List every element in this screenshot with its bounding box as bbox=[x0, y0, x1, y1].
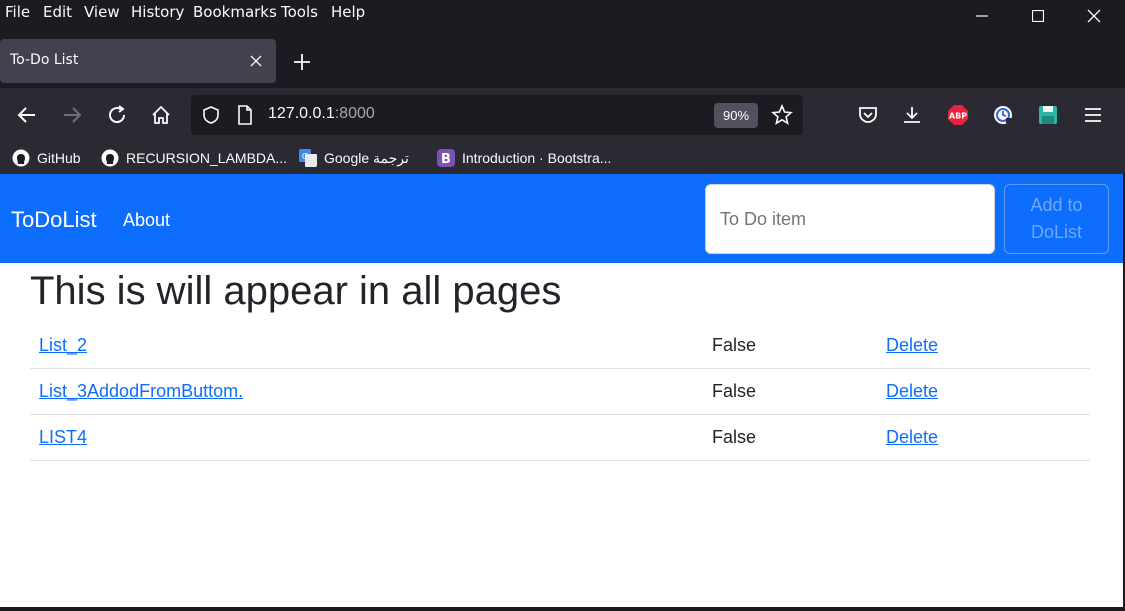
minimize-button[interactable] bbox=[954, 0, 1010, 32]
navigation-toolbar: 127.0.0.1:8000 90% ABP bbox=[0, 88, 1125, 142]
table-row: LIST4 False Delete bbox=[30, 415, 1090, 461]
svg-text:B: B bbox=[441, 152, 451, 167]
window-bottom-border bbox=[0, 607, 1125, 611]
table-row: List_3AddodFromButtom. False Delete bbox=[30, 369, 1090, 415]
menu-bar: File Edit View History Bookmarks Tools H… bbox=[0, 0, 1125, 32]
tab-todo-list[interactable]: To-Do List bbox=[0, 39, 276, 83]
page-icon[interactable] bbox=[236, 105, 254, 125]
forward-arrow-icon bbox=[64, 107, 82, 123]
delete-link[interactable]: Delete bbox=[886, 381, 938, 402]
menu-file[interactable]: File bbox=[5, 3, 30, 21]
todo-status: False bbox=[712, 335, 757, 355]
zoom-level-badge[interactable]: 90% bbox=[714, 103, 758, 128]
url-text[interactable]: 127.0.0.1:8000 bbox=[268, 105, 375, 123]
save-extension-button[interactable] bbox=[1036, 103, 1060, 127]
tab-title: To-Do List bbox=[10, 52, 79, 68]
todo-item-link[interactable]: List_2 bbox=[39, 335, 87, 356]
menu-bookmarks[interactable]: Bookmarks bbox=[193, 3, 277, 21]
url-bar[interactable]: 127.0.0.1:8000 90% bbox=[191, 95, 803, 135]
delete-link[interactable]: Delete bbox=[886, 427, 938, 448]
download-icon bbox=[904, 107, 920, 123]
menu-help[interactable]: Help bbox=[331, 3, 365, 21]
todo-status: False bbox=[712, 427, 757, 447]
tab-strip: To-Do List bbox=[0, 32, 1125, 88]
google-translate-icon: G bbox=[299, 149, 317, 167]
adblock-plus-icon: ABP bbox=[948, 105, 968, 125]
minimize-icon bbox=[976, 15, 988, 17]
todo-item-link[interactable]: LIST4 bbox=[39, 427, 87, 448]
bookmarks-toolbar: GitHub RECURSION_LAMBDA... G Google ترجم… bbox=[0, 142, 1125, 174]
bookmark-bootstrap[interactable]: B Introduction · Bootstra... bbox=[437, 147, 611, 169]
maximize-button[interactable] bbox=[1010, 0, 1066, 32]
floppy-disk-icon bbox=[1039, 106, 1057, 124]
github-icon bbox=[12, 149, 30, 167]
maximize-icon bbox=[1032, 10, 1044, 22]
home-button[interactable] bbox=[149, 103, 173, 127]
new-tab-icon[interactable] bbox=[290, 50, 314, 74]
menu-tools[interactable]: Tools bbox=[281, 3, 318, 21]
bootstrap-icon: B bbox=[437, 149, 455, 167]
back-arrow-icon bbox=[17, 107, 35, 123]
menu-history[interactable]: History bbox=[131, 3, 184, 21]
bookmark-recursion-lambda[interactable]: RECURSION_LAMBDA... bbox=[101, 147, 287, 169]
todo-table: List_2 False Delete List_3AddodFromButto… bbox=[30, 323, 1090, 461]
hamburger-menu-icon bbox=[1085, 108, 1101, 122]
reload-icon bbox=[109, 105, 126, 124]
menu-view[interactable]: View bbox=[84, 3, 120, 21]
adblock-button[interactable]: ABP bbox=[946, 103, 970, 127]
tab-close-icon[interactable] bbox=[248, 53, 264, 69]
close-icon bbox=[1087, 9, 1101, 23]
bookmark-label: GitHub bbox=[37, 150, 81, 166]
pocket-button[interactable] bbox=[856, 103, 880, 127]
table-row: List_2 False Delete bbox=[30, 323, 1090, 369]
delete-link[interactable]: Delete bbox=[886, 335, 938, 356]
nav-link-about[interactable]: About bbox=[123, 210, 170, 231]
reload-button[interactable] bbox=[105, 103, 129, 127]
app-menu-button[interactable] bbox=[1081, 103, 1105, 127]
url-port: :8000 bbox=[334, 105, 375, 122]
svg-text:G: G bbox=[302, 152, 308, 161]
home-icon bbox=[152, 105, 170, 124]
close-window-button[interactable] bbox=[1066, 0, 1122, 32]
bookmark-label: Google ترجمة bbox=[324, 149, 409, 166]
todo-item-link[interactable]: List_3AddodFromButtom. bbox=[39, 381, 243, 402]
add-to-dolist-button[interactable]: Add to DoList bbox=[1004, 184, 1109, 254]
url-host: 127.0.0.1 bbox=[268, 105, 335, 122]
extension-button[interactable] bbox=[991, 103, 1015, 127]
site-navbar: ToDoList About Add to DoList bbox=[0, 174, 1123, 263]
github-icon bbox=[101, 149, 119, 167]
web-page: ToDoList About Add to DoList This is wil… bbox=[0, 174, 1123, 607]
forward-button[interactable] bbox=[60, 103, 84, 127]
page-heading: This is will appear in all pages bbox=[30, 269, 562, 313]
menu-edit[interactable]: Edit bbox=[43, 3, 72, 21]
pocket-icon bbox=[859, 107, 877, 123]
bookmark-github[interactable]: GitHub bbox=[12, 147, 81, 169]
star-icon[interactable] bbox=[771, 104, 793, 126]
svg-text:ABP: ABP bbox=[949, 112, 967, 121]
bookmark-label: Introduction · Bootstra... bbox=[462, 150, 612, 166]
back-button[interactable] bbox=[15, 103, 39, 127]
navbar-brand[interactable]: ToDoList bbox=[11, 207, 97, 233]
downloads-button[interactable] bbox=[900, 103, 924, 127]
bookmark-google-translate[interactable]: G Google ترجمة bbox=[299, 147, 409, 169]
shield-icon[interactable] bbox=[201, 105, 221, 125]
todo-item-input[interactable] bbox=[705, 184, 995, 254]
bookmark-label: RECURSION_LAMBDA... bbox=[126, 150, 288, 166]
todo-status: False bbox=[712, 381, 757, 401]
extension-clock-icon bbox=[994, 106, 1012, 124]
